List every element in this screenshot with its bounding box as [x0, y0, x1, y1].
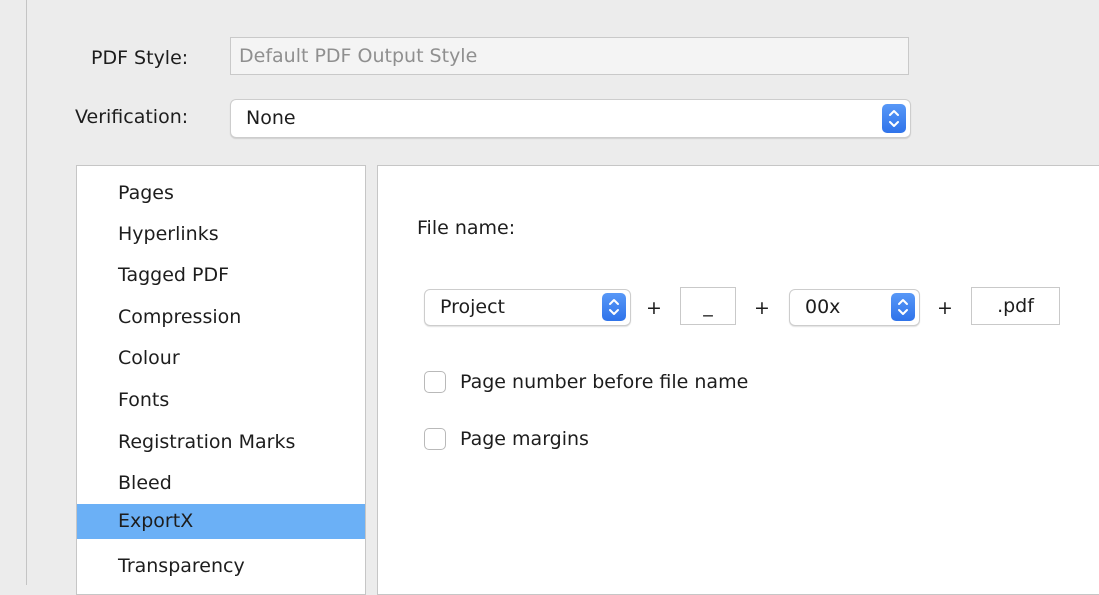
number-format-popup[interactable]: 00x — [789, 289, 920, 326]
pdf-style-field[interactable]: Default PDF Output Style — [230, 37, 909, 75]
sidebar-item-hyperlinks[interactable]: Hyperlinks — [77, 217, 365, 252]
plus-sign: + — [937, 297, 953, 319]
sidebar-item-bleed[interactable]: Bleed — [77, 466, 365, 501]
checkbox-box[interactable] — [424, 371, 446, 393]
page-number-before-checkbox[interactable]: Page number before file name — [424, 369, 824, 395]
sidebar-item-fonts[interactable]: Fonts — [77, 383, 365, 418]
verification-value: None — [246, 107, 296, 129]
sidebar-item-label: ExportX — [118, 510, 194, 532]
file-name-label: File name: — [417, 217, 516, 239]
sidebar-item-label: Hyperlinks — [118, 223, 219, 245]
checkbox-box[interactable] — [424, 428, 446, 450]
pdf-style-placeholder: Default PDF Output Style — [239, 45, 478, 67]
checkbox-label: Page number before file name — [460, 371, 749, 393]
separator-value: _ — [703, 295, 713, 317]
sidebar-item-label: Tagged PDF — [118, 264, 230, 286]
verification-label: Verification: — [75, 106, 189, 128]
page-margins-checkbox[interactable]: Page margins — [424, 426, 644, 452]
plus-sign: + — [754, 297, 770, 319]
verification-popup[interactable]: None — [230, 99, 911, 138]
up-down-chevron-icon — [602, 293, 626, 321]
separator-field[interactable]: _ — [680, 287, 736, 325]
window-left-border — [26, 0, 27, 585]
sidebar-item-colour[interactable]: Colour — [77, 341, 365, 376]
sidebar-item-tagged-pdf[interactable]: Tagged PDF — [77, 258, 365, 293]
sidebar-item-exportx[interactable]: ExportX — [77, 504, 365, 539]
sidebar-item-compression[interactable]: Compression — [77, 300, 365, 335]
sidebar-item-label: Compression — [118, 306, 242, 328]
sidebar-item-label: Colour — [118, 347, 180, 369]
up-down-chevron-icon — [882, 104, 906, 133]
number-format-value: 00x — [805, 296, 841, 318]
pdf-style-label: PDF Style: — [91, 47, 189, 69]
checkbox-label: Page margins — [460, 428, 589, 450]
up-down-chevron-icon — [891, 293, 915, 321]
sidebar-item-label: Fonts — [118, 389, 170, 411]
sidebar-item-label: Pages — [118, 182, 174, 204]
name-source-value: Project — [440, 296, 506, 318]
sidebar-item-label: Transparency — [118, 555, 245, 577]
extension-field[interactable]: .pdf — [971, 287, 1060, 325]
plus-sign: + — [646, 297, 662, 319]
settings-category-list: Pages Hyperlinks Tagged PDF Compression … — [76, 165, 366, 595]
sidebar-item-label: Registration Marks — [118, 431, 296, 453]
sidebar-item-transparency[interactable]: Transparency — [77, 549, 365, 584]
sidebar-item-label: Bleed — [118, 472, 172, 494]
sidebar-item-pages[interactable]: Pages — [77, 176, 365, 211]
sidebar-item-registration-marks[interactable]: Registration Marks — [77, 425, 365, 460]
name-source-popup[interactable]: Project — [424, 289, 631, 326]
extension-value: .pdf — [997, 295, 1034, 317]
